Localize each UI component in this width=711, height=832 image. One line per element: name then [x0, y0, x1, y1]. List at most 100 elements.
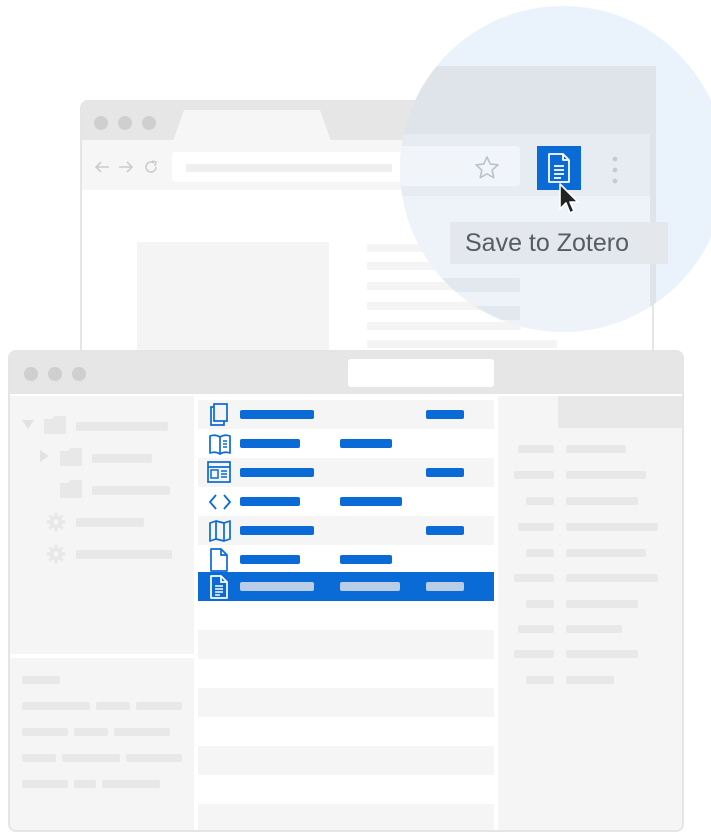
- mouse-cursor-icon: [558, 182, 582, 218]
- document-icon: [210, 548, 228, 572]
- field-value-placeholder: [566, 600, 638, 608]
- folder-icon: [60, 448, 82, 466]
- webpage-icon: [207, 461, 231, 483]
- window-close-dot[interactable]: [24, 367, 38, 381]
- items-row-stripe: [198, 804, 494, 830]
- zotero-window: [8, 350, 684, 832]
- book-icon: [209, 434, 231, 455]
- back-arrow-icon[interactable]: [94, 160, 110, 174]
- item-row[interactable]: [198, 458, 494, 487]
- field-label-placeholder: [526, 549, 554, 557]
- tag-placeholder: [136, 702, 182, 710]
- tag-placeholder: [126, 754, 182, 762]
- field-value-placeholder: [566, 471, 646, 479]
- collection-label-placeholder: [92, 486, 170, 495]
- collection-label-placeholder: [92, 454, 152, 463]
- expand-triangle-icon[interactable]: [22, 420, 34, 430]
- library-label-placeholder: [76, 550, 172, 559]
- zoomed-window-edge: [650, 66, 656, 332]
- field-label-placeholder: [518, 445, 554, 453]
- field-value-placeholder: [566, 497, 638, 505]
- item-title-bar: [240, 555, 300, 564]
- zoomed-text-line: [400, 306, 520, 320]
- zoomed-text-line: [400, 278, 520, 292]
- item-title-bar: [240, 468, 314, 477]
- zotero-titlebar: [10, 352, 682, 394]
- journal-article-icon: [210, 575, 228, 599]
- collapse-triangle-icon[interactable]: [40, 450, 50, 462]
- page-image-placeholder: [137, 242, 329, 362]
- item-creator-bar: [340, 439, 392, 448]
- tag-placeholder: [22, 702, 90, 710]
- window-minimize-dot[interactable]: [48, 367, 62, 381]
- field-value-placeholder: [566, 549, 646, 557]
- zotero-save-icon: [548, 153, 570, 183]
- field-label-placeholder: [518, 625, 554, 633]
- item-title-bar: [240, 439, 300, 448]
- window-maximize-dot[interactable]: [142, 116, 156, 130]
- field-label-placeholder: [526, 676, 554, 684]
- item-pane-header: [558, 396, 682, 428]
- library-label-placeholder: [76, 518, 144, 527]
- tag-placeholder: [22, 754, 56, 762]
- window-maximize-dot[interactable]: [72, 367, 86, 381]
- items-row-stripe: [198, 688, 494, 717]
- item-title-bar: [240, 582, 314, 591]
- item-date-bar: [426, 526, 464, 535]
- tag-placeholder: [74, 780, 96, 788]
- folder-icon: [44, 416, 66, 434]
- item-creator-bar: [340, 555, 392, 564]
- save-to-zotero-tooltip: Save to Zotero: [450, 222, 668, 264]
- tag-placeholder: [22, 676, 60, 684]
- field-value-placeholder: [566, 445, 626, 453]
- field-label-placeholder: [526, 600, 554, 608]
- item-title-bar: [240, 410, 314, 419]
- tag-placeholder: [102, 780, 160, 788]
- tag-placeholder: [22, 780, 68, 788]
- field-value-placeholder: [566, 574, 658, 582]
- forward-arrow-icon[interactable]: [118, 160, 134, 174]
- tag-placeholder: [96, 702, 130, 710]
- item-pane: [498, 396, 682, 830]
- collection-label-placeholder: [76, 422, 168, 431]
- items-row-stripe: [198, 746, 494, 775]
- zotero-search-field[interactable]: [348, 359, 494, 387]
- field-label-placeholder: [514, 650, 554, 658]
- field-label-placeholder: [526, 497, 554, 505]
- item-row[interactable]: [198, 400, 494, 429]
- item-creator-bar: [340, 582, 400, 591]
- page-text-line: [367, 340, 557, 348]
- field-label-placeholder: [514, 471, 554, 479]
- more-vert-icon[interactable]: [612, 156, 618, 184]
- item-creator-bar: [340, 497, 402, 506]
- address-bar-url-placeholder: [186, 164, 392, 172]
- item-title-bar: [240, 497, 300, 506]
- window-minimize-dot[interactable]: [118, 116, 132, 130]
- item-title-bar: [240, 526, 314, 535]
- items-row-stripe: [198, 630, 494, 659]
- tag-placeholder: [114, 728, 170, 736]
- star-icon[interactable]: [472, 154, 502, 182]
- reload-icon[interactable]: [142, 158, 160, 176]
- window-close-dot[interactable]: [94, 116, 108, 130]
- zoomed-titlebar: [400, 66, 652, 136]
- field-value-placeholder: [566, 676, 614, 684]
- browser-tab[interactable]: [172, 110, 332, 144]
- tag-placeholder: [74, 728, 108, 736]
- tag-placeholder: [62, 754, 120, 762]
- item-row-selected[interactable]: [198, 572, 494, 601]
- field-value-placeholder: [566, 523, 658, 531]
- field-label-placeholder: [518, 523, 554, 531]
- item-row[interactable]: [198, 516, 494, 545]
- item-row[interactable]: [198, 545, 494, 574]
- zoom-magnifier: Save to Zotero: [400, 6, 711, 332]
- book-section-icon: [210, 403, 228, 426]
- map-icon: [209, 520, 231, 542]
- gear-icon: [46, 512, 66, 532]
- item-row[interactable]: [198, 429, 494, 458]
- field-value-placeholder: [566, 650, 638, 658]
- folder-icon: [60, 480, 82, 498]
- item-date-bar: [426, 468, 464, 477]
- zoomed-address-bar: [400, 146, 520, 186]
- item-row[interactable]: [198, 487, 494, 516]
